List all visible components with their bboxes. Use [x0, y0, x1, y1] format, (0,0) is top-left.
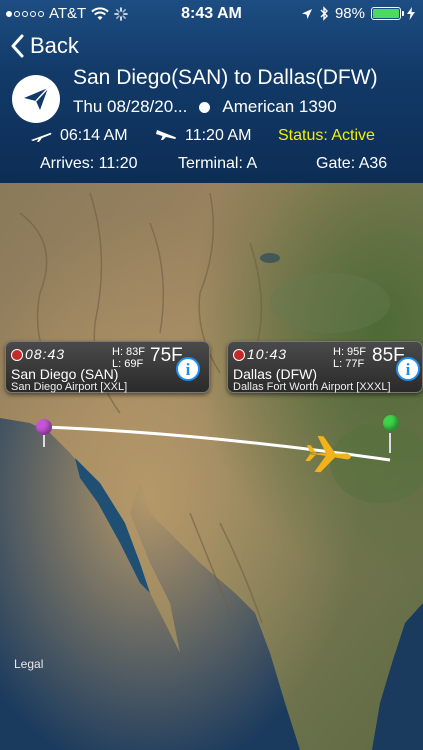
origin-high: H: 83F [112, 346, 146, 358]
gate-label: Gate: A36 [316, 155, 388, 172]
paper-plane-icon [12, 75, 60, 123]
destination-local-time: 10:43 [247, 346, 288, 362]
destination-low: L: 77F [333, 358, 365, 370]
origin-info-button[interactable]: i [176, 357, 200, 381]
origin-airport: San Diego Airport [XXL] [11, 381, 128, 393]
back-button[interactable]: Back [10, 33, 79, 59]
clock-icon [11, 349, 23, 361]
flight-date: Thu 08/28/20... [73, 97, 188, 116]
flight-times: 06:14 AM 11:20 AM Status: Active [30, 127, 410, 145]
airline-flight: American 1390 [222, 97, 337, 116]
departure-time-group: 06:14 AM [30, 127, 128, 145]
destination-city: Dallas (DFW) [233, 366, 317, 382]
back-label: Back [30, 33, 79, 58]
arrival-time: 11:20 AM [185, 127, 252, 144]
takeoff-icon [31, 132, 52, 142]
terminal-label: Terminal: A [178, 155, 258, 172]
origin-local-time: 08:43 [25, 346, 66, 362]
flight-route-title: San Diego(SAN) to Dallas(DFW) [73, 66, 378, 89]
flight-header: AT&T 8:43 AM 98% Back San Diego(SAN) to … [0, 0, 423, 183]
destination-callout[interactable]: 10:43 H: 95F L: 77F 85F Dallas (DFW) Dal… [227, 341, 423, 393]
status-bar: AT&T 8:43 AM 98% [0, 0, 423, 28]
origin-callout[interactable]: 08:43 H: 83F L: 69F 75F San Diego (SAN) … [5, 341, 210, 393]
battery-percent: 98% [334, 5, 365, 22]
departure-time: 06:14 AM [60, 127, 128, 144]
bullet-icon [199, 101, 211, 113]
battery-icon [371, 7, 404, 20]
arrives-label: Arrives: 11:20 [40, 155, 138, 172]
destination-pin-stem [389, 433, 391, 453]
flight-subtitle: Thu 08/28/20... American 1390 [73, 97, 337, 117]
arrival-time-group: 11:20 AM [155, 127, 251, 145]
destination-pin[interactable] [383, 415, 399, 431]
destination-info-button[interactable]: i [396, 357, 420, 381]
destination-high: H: 95F [333, 346, 367, 358]
destination-airport: Dallas Fort Worth Airport [XXXL] [233, 381, 391, 393]
charging-bolt-icon [407, 7, 415, 20]
legal-link[interactable]: Legal [14, 657, 43, 671]
chevron-left-icon [11, 34, 24, 58]
flight-status: Status: Active [278, 127, 375, 144]
bluetooth-icon [320, 6, 328, 21]
clock-icon [233, 349, 245, 361]
satellite-map-background [0, 183, 423, 750]
landing-icon [156, 130, 176, 140]
flight-map[interactable]: 08:43 H: 83F L: 69F 75F San Diego (SAN) … [0, 183, 423, 750]
location-arrow-icon [301, 8, 312, 19]
status-right: 98% [301, 5, 415, 22]
origin-city: San Diego (SAN) [11, 366, 119, 382]
origin-pin[interactable] [36, 419, 52, 435]
